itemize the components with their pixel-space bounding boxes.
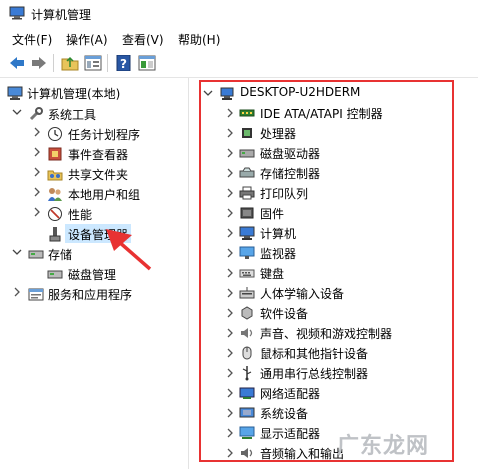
menu-file[interactable]: 文件(F)	[12, 31, 52, 48]
storage-icon	[28, 250, 44, 259]
help-icon[interactable]: ?	[115, 55, 133, 71]
tree-item-services-apps[interactable]: 服务和应用程序	[0, 284, 188, 304]
tree-pane: 计算机管理(本地) 系统工具 任务计划程序 事件查看器 共享文件夹 本地用户和组…	[0, 78, 189, 469]
tree-root[interactable]: 计算机管理(本地)	[0, 83, 188, 103]
computer-management-icon	[7, 86, 23, 100]
tree-item-disk-management[interactable]: 磁盘管理	[0, 264, 188, 284]
menu-view[interactable]: 查看(V)	[122, 31, 164, 48]
tree-item-device-manager[interactable]: 设备管理器	[0, 224, 188, 244]
red-arrow-annotation	[106, 229, 152, 271]
tree-item-label: 本地用户和组	[68, 188, 141, 202]
users-icon	[48, 188, 62, 201]
tree-item-performance[interactable]: 性能	[0, 204, 188, 224]
watermark-text: 广东龙网	[337, 434, 430, 459]
services-icon	[28, 288, 44, 301]
tree-item-shared-folders[interactable]: 共享文件夹	[0, 164, 188, 184]
computer-management-icon	[9, 6, 25, 20]
chevron-right-icon[interactable]	[12, 287, 22, 297]
highlight-box	[199, 80, 454, 462]
tree-item-label: 事件查看器	[68, 148, 129, 162]
chevron-down-icon[interactable]	[12, 247, 22, 257]
chevron-right-icon[interactable]	[32, 187, 42, 197]
tree-item-label: 服务和应用程序	[48, 288, 133, 302]
toolbar: ?	[0, 50, 478, 78]
tools-icon	[29, 107, 43, 121]
tree-item-label: 共享文件夹	[68, 168, 129, 182]
chevron-right-icon[interactable]	[32, 127, 42, 137]
device-manager-icon	[49, 227, 61, 242]
event-viewer-icon	[48, 147, 62, 161]
tree-item-label: 系统工具	[48, 108, 97, 122]
forward-arrow-icon[interactable]	[30, 55, 48, 71]
tree-item-local-users[interactable]: 本地用户和组	[0, 184, 188, 204]
chevron-right-icon[interactable]	[32, 207, 42, 217]
tree-item-label: 任务计划程序	[68, 128, 141, 142]
window-title: 计算机管理	[31, 8, 92, 22]
tree-item-label: 存储	[48, 248, 73, 262]
chevron-down-icon[interactable]	[12, 107, 22, 117]
chevron-right-icon[interactable]	[32, 147, 42, 157]
tree-item-task-scheduler[interactable]: 任务计划程序	[0, 124, 188, 144]
back-arrow-icon[interactable]	[8, 55, 26, 71]
tree-item-label: 性能	[68, 208, 93, 222]
menu-action[interactable]: 操作(A)	[66, 31, 108, 48]
show-hide-icon[interactable]	[138, 55, 156, 71]
tree-root-label: 计算机管理(本地)	[27, 87, 121, 101]
tree-item-storage[interactable]: 存储	[0, 244, 188, 264]
title-bar: 计算机管理	[0, 0, 478, 28]
properties-icon[interactable]	[84, 55, 102, 71]
up-folder-icon[interactable]	[61, 55, 79, 71]
tree-item-event-viewer[interactable]: 事件查看器	[0, 144, 188, 164]
svg-text:?: ?	[120, 57, 127, 71]
menu-bar: 文件(F) 操作(A) 查看(V) 帮助(H)	[0, 28, 478, 50]
chevron-right-icon[interactable]	[32, 167, 42, 177]
disk-management-icon	[47, 270, 63, 279]
shared-folder-icon	[47, 170, 63, 181]
performance-icon	[48, 207, 62, 221]
task-scheduler-icon	[48, 127, 62, 141]
toolbar-separator	[53, 54, 54, 72]
menu-help[interactable]: 帮助(H)	[178, 31, 220, 48]
tree-item-system-tools[interactable]: 系统工具	[0, 104, 188, 124]
toolbar-separator	[107, 54, 108, 72]
